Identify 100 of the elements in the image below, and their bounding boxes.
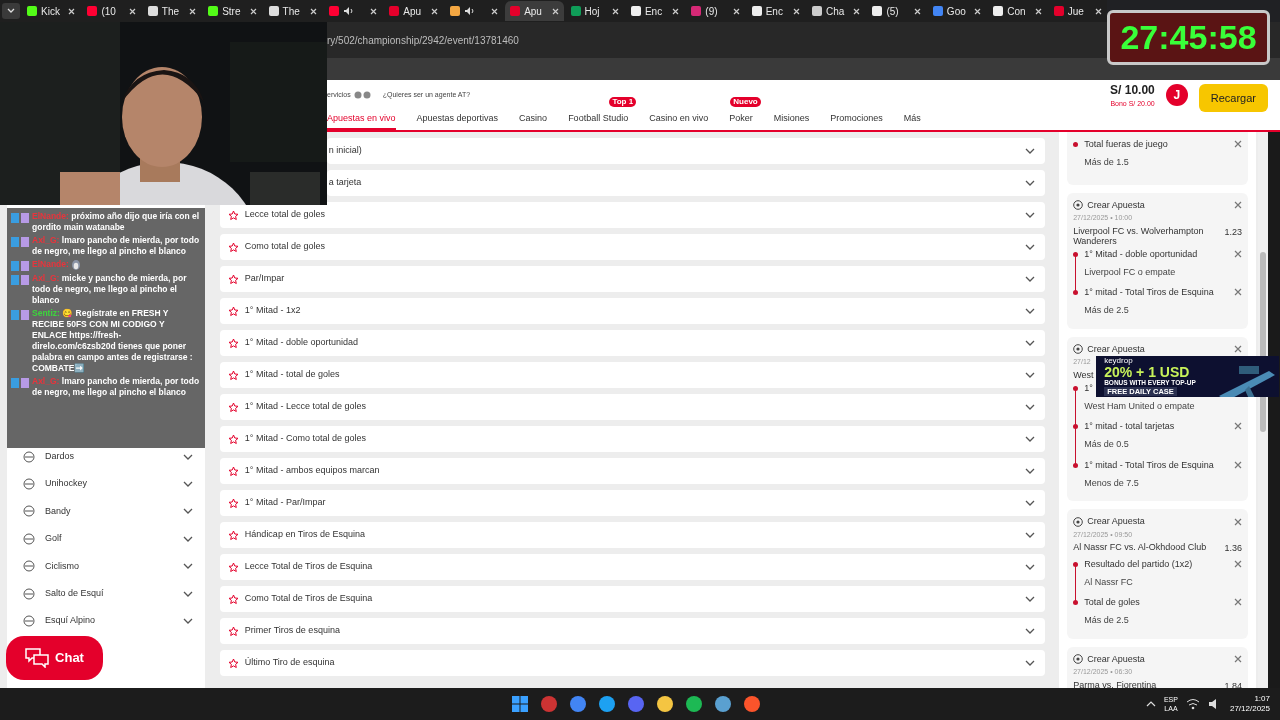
star-icon[interactable] (227, 337, 239, 349)
star-icon[interactable] (227, 273, 239, 285)
chevron-icon[interactable] (182, 535, 193, 542)
browser-tab[interactable]: (5) (867, 1, 926, 21)
tab-list-icon[interactable] (2, 3, 20, 19)
close-icon[interactable] (189, 7, 197, 15)
nav-tab[interactable]: Misiones (773, 111, 810, 130)
browser-tab[interactable]: The (263, 1, 322, 21)
chevron-icon[interactable] (1025, 596, 1036, 602)
chevron-icon[interactable] (1025, 564, 1036, 570)
close-icon[interactable] (68, 7, 76, 15)
close-icon[interactable] (793, 7, 801, 15)
star-icon[interactable] (227, 529, 239, 541)
star-icon[interactable] (227, 305, 239, 317)
chevron-icon[interactable] (1025, 532, 1036, 538)
nav-tab[interactable]: Poker (729, 111, 753, 130)
sport-item[interactable]: Esquí Alpino (45, 614, 96, 628)
star-icon[interactable] (227, 401, 239, 413)
market-row[interactable]: Lecce Total de Tiros de Esquina (219, 554, 1046, 580)
close-icon[interactable] (370, 7, 378, 15)
market-row[interactable]: Primer Tiros de esquina (219, 618, 1046, 644)
nav-tab[interactable]: Casino en vivo (649, 111, 709, 130)
clock-date[interactable]: 27/12/2025 (1229, 704, 1270, 714)
chevron-icon[interactable] (182, 453, 193, 460)
star-icon[interactable] (227, 657, 239, 669)
close-icon[interactable] (430, 7, 438, 15)
chevron-icon[interactable] (1025, 180, 1036, 186)
nav-tab[interactable]: Football Studio (568, 111, 629, 130)
chevron-icon[interactable] (1025, 340, 1036, 346)
chevron-icon[interactable] (1025, 500, 1036, 506)
close-icon[interactable] (732, 7, 740, 15)
market-row[interactable]: Hándicap en Tiros de Esquina (219, 522, 1046, 548)
market-row[interactable]: 1° Mitad - Como total de goles (219, 426, 1046, 452)
market-row[interactable]: n inicial) (326, 138, 1046, 164)
close-icon[interactable] (974, 7, 982, 15)
star-icon[interactable] (227, 465, 239, 477)
app-icon[interactable] (597, 694, 617, 714)
close-icon[interactable] (611, 7, 619, 15)
chevron-icon[interactable] (182, 563, 193, 570)
chevron-icon[interactable] (1025, 468, 1036, 474)
browser-tab[interactable]: Enc (625, 1, 685, 21)
market-row[interactable]: 1° Mitad - Lecce total de goles (219, 394, 1046, 420)
windows-icon[interactable] (510, 694, 530, 714)
chevron-icon[interactable] (1025, 404, 1036, 410)
browser-tab[interactable]: Jue (1048, 1, 1107, 21)
chevron-icon[interactable] (1025, 308, 1036, 314)
browser-tab[interactable]: Kick (22, 1, 81, 21)
chevron-icon[interactable] (1025, 372, 1036, 378)
market-row[interactable]: Lecce total de goles (219, 202, 1046, 228)
address-bar[interactable]: ry/502/championship/2942/event/13781460 (327, 32, 519, 48)
browser-tab[interactable]: Apu (505, 1, 564, 21)
chevron-icon[interactable] (1025, 628, 1036, 634)
star-icon[interactable] (227, 625, 239, 637)
market-row[interactable]: 1° Mitad - total de goles (219, 362, 1046, 388)
market-row[interactable]: 1° Mitad - Par/Impar (219, 490, 1046, 516)
browser-tab[interactable]: (10 (82, 1, 141, 21)
close-icon[interactable] (309, 7, 317, 15)
user-avatar[interactable]: J (1165, 84, 1188, 106)
app-icon[interactable] (742, 694, 762, 714)
chevron-icon[interactable] (1025, 212, 1036, 218)
browser-tab[interactable]: The (142, 1, 202, 21)
close-icon[interactable] (913, 7, 921, 15)
browser-tab[interactable]: (9) (686, 1, 745, 21)
nav-tab[interactable]: Apuestas deportivas (416, 111, 499, 130)
app-icon[interactable] (684, 694, 704, 714)
star-icon[interactable] (227, 433, 239, 445)
nav-tab[interactable]: Promociones (830, 111, 883, 130)
sport-item[interactable]: Salto de Esquí (45, 586, 104, 601)
sport-item[interactable]: Unihockey (45, 477, 88, 491)
close-icon[interactable] (1095, 7, 1103, 15)
clock-time[interactable]: 1:07 (1254, 694, 1270, 704)
app-icon[interactable] (655, 694, 675, 714)
browser-tab[interactable]: Con (988, 1, 1047, 21)
close-icon[interactable] (491, 7, 499, 15)
chat-button[interactable]: Chat (6, 636, 103, 680)
app-icon[interactable] (713, 694, 733, 714)
close-icon[interactable] (551, 7, 559, 15)
browser-tab[interactable]: Enc (746, 1, 806, 21)
sport-item[interactable]: Bandy (45, 504, 71, 519)
chevron-icon[interactable] (182, 508, 193, 515)
browser-tab[interactable]: Apu (384, 1, 443, 21)
app-icon[interactable] (568, 694, 588, 714)
star-icon[interactable] (227, 209, 239, 221)
star-icon[interactable] (227, 561, 239, 573)
market-row[interactable]: 1° Mitad - ambos equipos marcan (219, 458, 1046, 484)
recharge-button[interactable]: Recargar (1198, 84, 1268, 112)
browser-tab[interactable]: Goo (927, 1, 987, 21)
sport-item[interactable]: Golf (45, 532, 62, 546)
chevron-icon[interactable] (1025, 276, 1036, 282)
star-icon[interactable] (227, 369, 239, 381)
chevron-icon[interactable] (1025, 148, 1036, 154)
chevron-icon[interactable] (182, 481, 193, 488)
star-icon[interactable] (227, 497, 239, 509)
star-icon[interactable] (227, 241, 239, 253)
browser-tab[interactable]: Cha (807, 1, 866, 21)
close-icon[interactable] (1034, 7, 1042, 15)
browser-tab[interactable]: Stre (203, 1, 262, 21)
market-row[interactable]: Como Total de Tiros de Esquina (219, 586, 1046, 612)
wifi-icon[interactable] (1185, 698, 1200, 710)
close-icon[interactable] (672, 7, 680, 15)
